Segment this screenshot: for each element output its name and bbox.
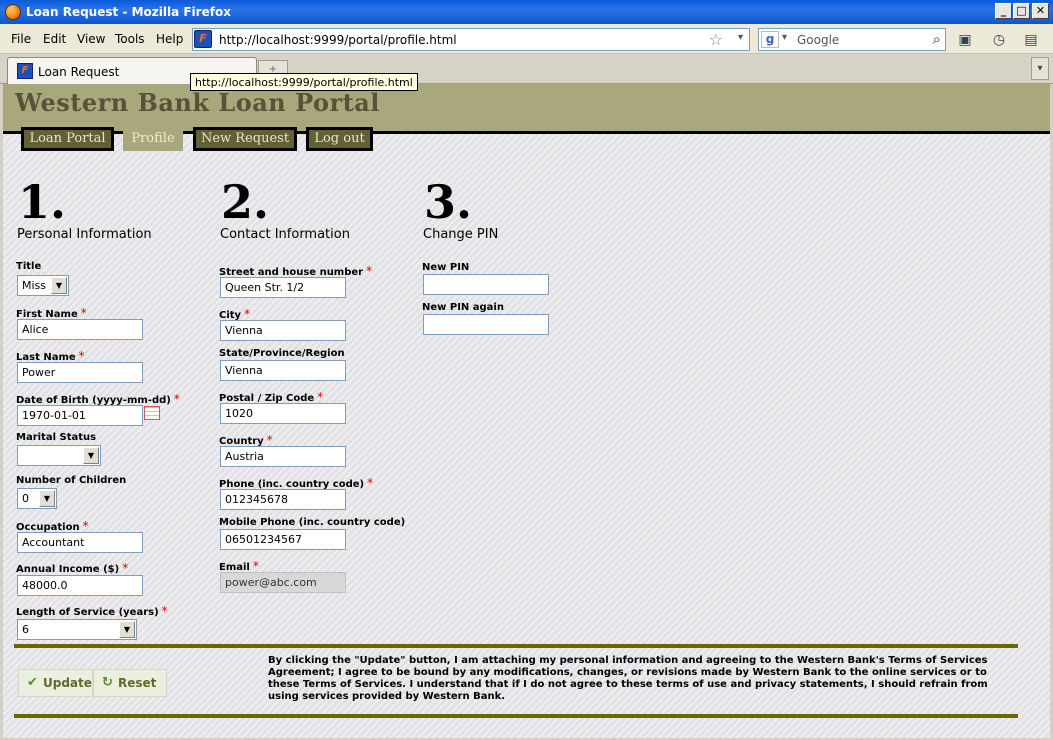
street-field[interactable]: Queen Str. 1/2: [220, 277, 346, 298]
menu-help[interactable]: Help: [156, 32, 183, 46]
dob-field[interactable]: 1970-01-01: [17, 405, 143, 426]
income-label: Annual Income ($) *: [16, 561, 129, 575]
section-title-pin: Change PIN: [423, 227, 499, 242]
street-label: Street and house number *: [219, 264, 373, 278]
mobile-label: Mobile Phone (inc. country code): [219, 517, 406, 528]
chevron-down-icon: ▼: [51, 277, 67, 294]
google-engine-icon[interactable]: g: [761, 31, 779, 48]
history-clock-icon[interactable]: ◷: [988, 30, 1010, 50]
last-name-field[interactable]: Power: [17, 362, 143, 383]
chevron-down-icon: ▼: [119, 621, 135, 638]
page-menu-icon[interactable]: ▤: [1020, 30, 1042, 50]
title-select[interactable]: Miss ▼: [17, 275, 69, 296]
city-field[interactable]: Vienna: [220, 320, 346, 341]
new-pin-label: New PIN: [422, 262, 470, 273]
mobile-field[interactable]: 06501234567: [220, 529, 346, 550]
nav-new-request[interactable]: New Request: [193, 127, 297, 151]
site-title: Western Bank Loan Portal: [15, 88, 380, 117]
update-button[interactable]: ✔ Update: [18, 669, 93, 697]
window-title: Loan Request - Mozilla Firefox: [26, 5, 231, 19]
search-placeholder: Google: [797, 33, 840, 47]
country-field[interactable]: Austria: [220, 446, 346, 467]
section-title-personal: Personal Information: [17, 227, 152, 242]
url-tooltip: http://localhost:9999/portal/profile.htm…: [190, 73, 418, 91]
zip-label: Postal / Zip Code *: [219, 390, 324, 404]
window-title-bar: Loan Request - Mozilla Firefox _ □ ✕: [0, 0, 1053, 24]
title-label: Title: [16, 261, 42, 272]
page-content: Western Bank Loan Portal Loan Portal Pro…: [3, 84, 1050, 738]
close-button[interactable]: ✕: [1032, 3, 1049, 19]
maximize-button[interactable]: □: [1013, 3, 1030, 19]
tab-strip: F Loan Request +: [0, 54, 1053, 84]
chevron-down-icon: ▼: [39, 490, 55, 507]
nav-loan-portal[interactable]: Loan Portal: [21, 127, 114, 151]
terms-text: By clicking the "Update" button, I am at…: [268, 655, 988, 702]
phone-label: Phone (inc. country code) *: [219, 476, 374, 490]
service-label: Length of Service (years) *: [16, 604, 168, 618]
new-pin-field[interactable]: [423, 274, 549, 295]
occupation-label: Occupation *: [16, 519, 89, 533]
first-name-label: First Name *: [16, 306, 87, 320]
zip-field[interactable]: 1020: [220, 403, 346, 424]
addon-icon[interactable]: ▣: [954, 30, 976, 50]
menu-file[interactable]: File: [11, 32, 31, 46]
search-icon[interactable]: ⌕: [933, 30, 941, 48]
reset-arrow-icon: ↻: [102, 675, 113, 690]
city-label: City *: [219, 307, 251, 321]
children-label: Number of Children: [16, 475, 127, 486]
state-field[interactable]: Vienna: [220, 360, 346, 381]
service-select[interactable]: 6 ▼: [17, 619, 137, 640]
tab-list-button[interactable]: ▾: [1031, 57, 1049, 80]
firefox-logo-icon: [5, 4, 21, 20]
email-label: Email *: [219, 559, 259, 573]
section-title-contact: Contact Information: [220, 227, 350, 242]
title-select-value: Miss: [22, 279, 47, 292]
dob-label: Date of Birth (yyyy-mm-dd) *: [16, 392, 180, 406]
nav-profile[interactable]: Profile: [123, 127, 183, 151]
service-select-value: 6: [22, 623, 29, 636]
phone-field[interactable]: 012345678: [220, 489, 346, 510]
children-select[interactable]: 0 ▼: [17, 488, 57, 509]
url-dropdown-icon[interactable]: ▾: [738, 32, 743, 43]
marital-status-label: Marital Status: [16, 432, 97, 443]
minimize-button[interactable]: _: [995, 3, 1012, 19]
step-number-3: 3.: [424, 175, 473, 229]
first-name-field[interactable]: Alice: [17, 319, 143, 340]
step-number-1: 1.: [18, 175, 67, 229]
reset-button-label: Reset: [118, 676, 157, 690]
menu-tools[interactable]: Tools: [115, 32, 145, 46]
step-number-2: 2.: [221, 175, 270, 229]
url-bar[interactable]: http://localhost:9999/portal/profile.htm…: [192, 28, 750, 51]
country-label: Country *: [219, 433, 273, 447]
site-favicon-icon: F: [194, 30, 212, 48]
bottom-divider: [14, 714, 1018, 718]
search-box[interactable]: g ▾ Google ⌕: [758, 28, 946, 51]
top-divider: [14, 644, 1018, 648]
new-pin-again-field[interactable]: [423, 314, 549, 335]
last-name-label: Last Name *: [16, 349, 85, 363]
tab-favicon-icon: F: [17, 63, 33, 79]
url-text: http://localhost:9999/portal/profile.htm…: [219, 33, 457, 47]
bookmark-star-icon[interactable]: ☆: [709, 30, 723, 49]
email-field: power@abc.com: [220, 572, 346, 593]
search-engine-dropdown-icon[interactable]: ▾: [782, 32, 787, 43]
income-field[interactable]: 48000.0: [17, 575, 143, 596]
marital-status-select[interactable]: ▼: [17, 445, 101, 466]
tab-label: Loan Request: [38, 65, 120, 79]
reset-button[interactable]: ↻ Reset: [93, 669, 167, 697]
menu-edit[interactable]: Edit: [43, 32, 66, 46]
children-select-value: 0: [22, 492, 29, 505]
occupation-field[interactable]: Accountant: [17, 532, 143, 553]
checkmark-icon: ✔: [27, 675, 38, 690]
menu-view[interactable]: View: [77, 32, 105, 46]
calendar-icon[interactable]: [144, 406, 160, 420]
chevron-down-icon: ▼: [83, 447, 99, 464]
update-button-label: Update: [43, 676, 92, 690]
new-pin-again-label: New PIN again: [422, 302, 504, 313]
nav-log-out[interactable]: Log out: [306, 127, 373, 151]
state-label: State/Province/Region: [219, 348, 345, 359]
